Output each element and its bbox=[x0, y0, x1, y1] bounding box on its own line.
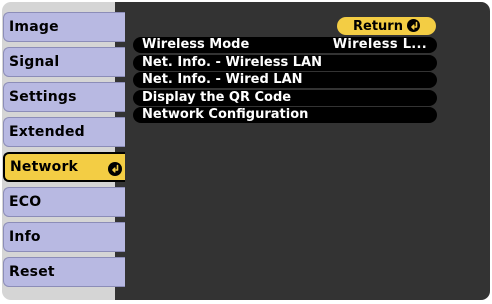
menu-item-label: Network Configuration bbox=[142, 107, 309, 122]
sidebar: Image Signal Settings Extended Network E… bbox=[0, 0, 125, 304]
menu-item-label: Net. Info. - Wired LAN bbox=[142, 72, 303, 87]
menu-item-label: Net. Info. - Wireless LAN bbox=[142, 55, 322, 70]
tab-settings[interactable]: Settings bbox=[3, 82, 125, 112]
tab-reset[interactable]: Reset bbox=[3, 257, 125, 287]
tab-network[interactable]: Network bbox=[3, 152, 125, 182]
tab-signal[interactable]: Signal bbox=[3, 47, 125, 77]
enter-key-icon bbox=[407, 19, 420, 32]
tab-info[interactable]: Info bbox=[3, 222, 125, 252]
tab-label: Info bbox=[9, 229, 41, 245]
menu-item-label: Display the QR Code bbox=[142, 90, 292, 105]
tab-label: Settings bbox=[9, 89, 77, 105]
tab-label: Signal bbox=[9, 54, 60, 70]
menu-item-qr-code[interactable]: Display the QR Code bbox=[133, 90, 437, 106]
enter-key-icon bbox=[108, 162, 122, 176]
menu-item-net-info-wireless[interactable]: Net. Info. - Wireless LAN bbox=[133, 55, 437, 71]
menu-item-value: Wireless L... bbox=[332, 37, 427, 52]
tab-image[interactable]: Image bbox=[3, 12, 125, 42]
tab-label: Network bbox=[10, 159, 79, 175]
tab-label: Extended bbox=[9, 124, 85, 140]
tab-label: ECO bbox=[9, 194, 42, 210]
menu-item-wireless-mode[interactable]: Wireless Mode Wireless L... bbox=[133, 37, 437, 53]
tab-label: Image bbox=[9, 19, 59, 35]
tab-eco[interactable]: ECO bbox=[3, 187, 125, 217]
menu-item-label: Wireless Mode bbox=[142, 37, 250, 52]
tab-label: Reset bbox=[9, 264, 55, 280]
menu-item-net-info-wired[interactable]: Net. Info. - Wired LAN bbox=[133, 72, 437, 88]
return-button[interactable]: Return bbox=[337, 17, 436, 35]
return-label: Return bbox=[353, 18, 403, 34]
menu-item-network-configuration[interactable]: Network Configuration bbox=[133, 107, 437, 123]
tab-extended[interactable]: Extended bbox=[3, 117, 125, 147]
